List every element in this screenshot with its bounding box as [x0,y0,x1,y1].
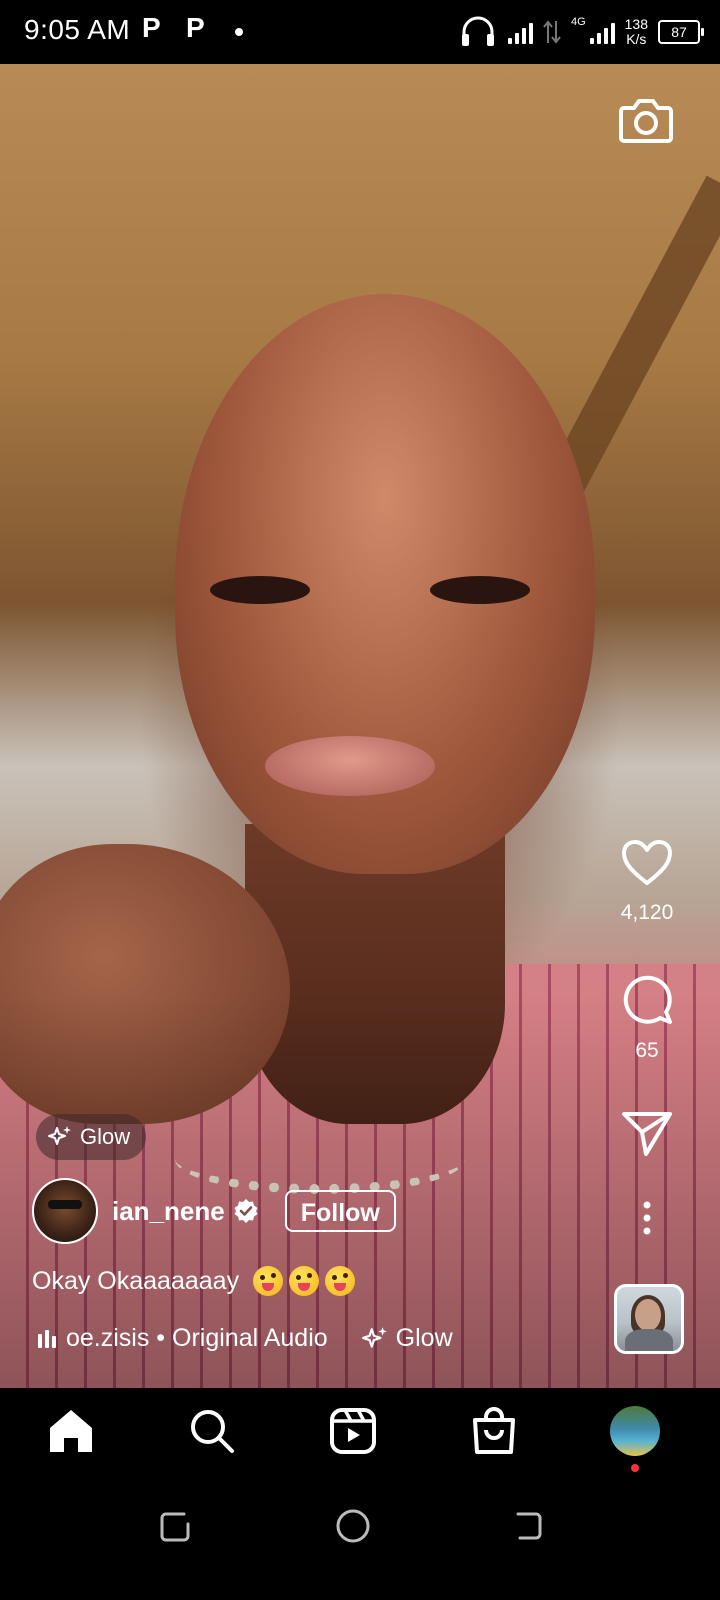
sparkles-icon [48,1126,71,1145]
bottom-navigation [0,1388,720,1478]
zany-face-emoji [289,1266,320,1296]
battery-indicator: 87 [658,20,704,44]
author-avatar[interactable] [32,1178,98,1244]
follow-button[interactable]: Follow [284,1190,396,1232]
sparkles-icon [361,1326,387,1348]
zany-face-emoji [253,1266,284,1296]
more-vertical-icon[interactable] [641,1200,653,1236]
zany-face-emoji [325,1266,356,1296]
like-count: 4,120 [620,901,674,924]
home-icon[interactable] [46,1406,96,1456]
network-speed-value: 138 [624,16,648,32]
home-button[interactable] [333,1506,373,1546]
more-options-action[interactable] [612,1200,682,1241]
parking-notification-icon: P [186,12,205,43]
camera-icon[interactable] [618,94,674,144]
reels-icon[interactable] [328,1406,378,1456]
profile-notification-dot [631,1464,639,1472]
audio-thumbnail[interactable] [614,1284,684,1354]
left-eye [210,576,310,604]
lips [265,736,435,796]
verified-badge-icon [234,1199,258,1223]
search-icon[interactable] [187,1406,237,1456]
audio-effect[interactable]: Glow [361,1324,453,1353]
data-arrows-icon [543,20,561,44]
parking-notification-icon: P [142,12,161,43]
caption[interactable]: Okay Okaaaaaaay [32,1266,356,1296]
audio-bars-icon [38,1329,56,1348]
network-type-label: 4G [570,16,586,28]
author-row: ian_nene Follow [32,1178,396,1244]
comment-count: 65 [635,1039,659,1062]
heart-icon[interactable] [620,838,674,888]
status-time: 9:05 AM [24,14,131,45]
status-bar: 9:05 AM P P 4G 138 K/s 87 [0,0,720,64]
shop-icon[interactable] [469,1406,519,1456]
headphones-icon [461,16,494,46]
signal-strength-icon-2 [589,20,615,44]
caption-text: Okay Okaaaaaaay [32,1266,240,1295]
network-speed: 138 K/s [625,17,648,47]
profile-avatar[interactable] [610,1406,660,1456]
audio-effect-label: Glow [395,1324,453,1352]
recent-apps-button[interactable] [156,1506,196,1546]
like-action[interactable]: 4,120 [612,838,682,925]
audio-row[interactable]: oe.zisis • Original Audio Glow [38,1324,453,1353]
thumb-body [625,1329,673,1351]
author-username[interactable]: ian_nene [112,1196,225,1227]
share-action[interactable] [612,1110,682,1163]
comment-icon[interactable] [620,972,674,1026]
thumb-face [635,1299,661,1331]
audio-source[interactable]: oe.zisis • Original Audio [66,1324,328,1353]
network-speed-unit: K/s [626,31,647,47]
notification-dot-icon [235,28,243,36]
comment-action[interactable]: 65 [612,972,682,1063]
system-navigation [0,1478,720,1600]
signal-strength-icon [507,20,533,44]
send-icon[interactable] [620,1110,674,1158]
effect-chip-label: Glow [80,1124,131,1149]
right-eye [430,576,530,604]
effect-chip[interactable]: Glow [36,1114,147,1160]
back-button[interactable] [508,1506,548,1546]
